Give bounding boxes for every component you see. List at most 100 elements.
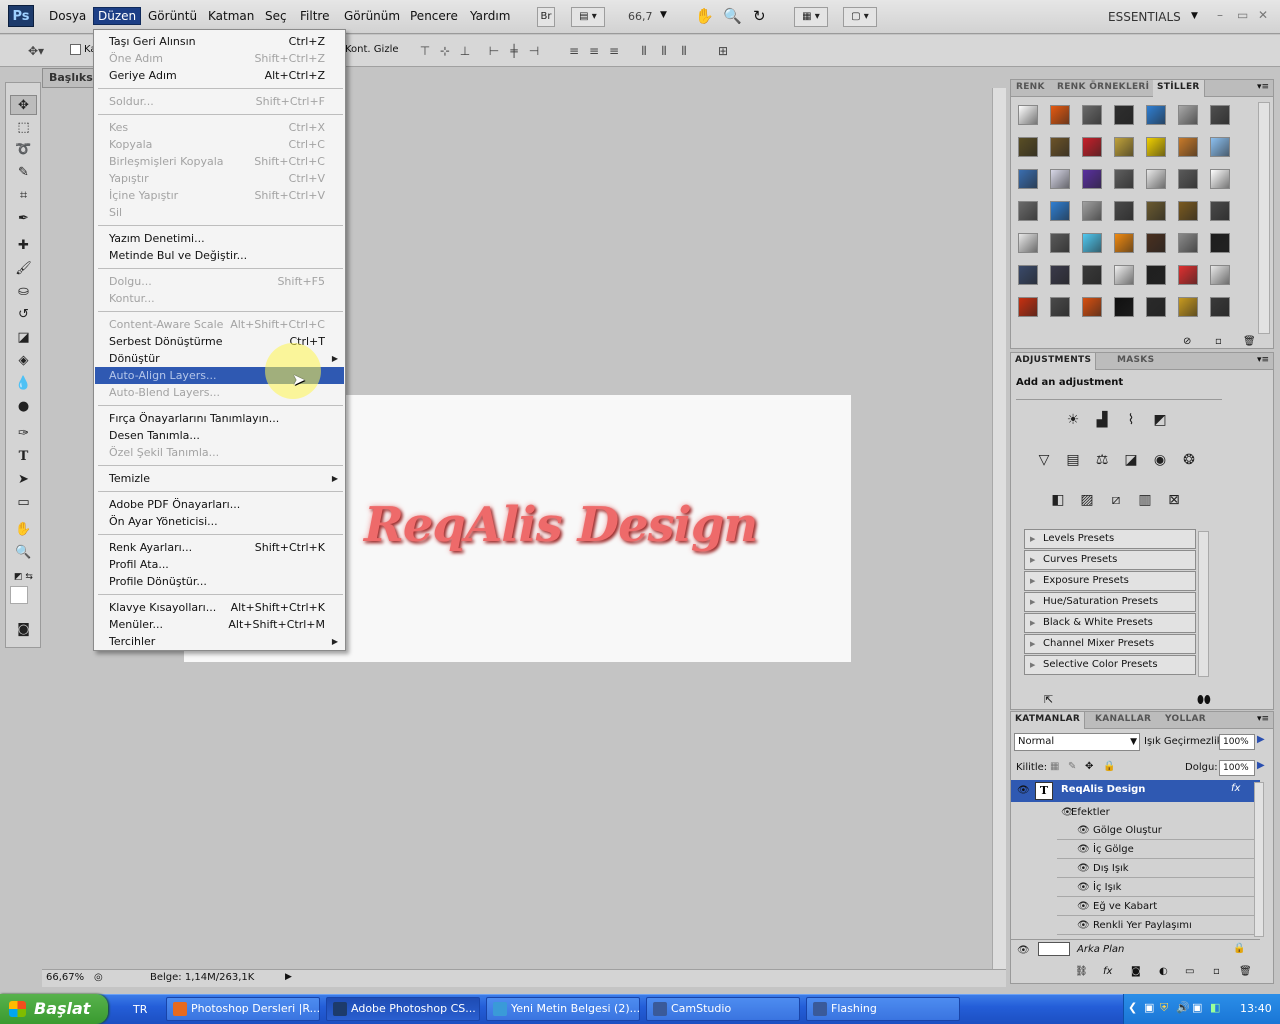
photoshop-logo[interactable]: Ps	[8, 5, 34, 27]
canvas-vertical-scrollbar[interactable]	[992, 88, 1006, 970]
menu-item[interactable]: Adobe PDF Önayarları...	[95, 496, 344, 513]
paint-bucket-tool-icon[interactable]: ◈	[10, 351, 37, 371]
effect-eye-icon[interactable]: 👁	[1077, 897, 1090, 916]
clone-stamp-tool-icon[interactable]: ⛀	[10, 282, 37, 302]
eyedropper-tool-icon[interactable]: ✒	[10, 209, 37, 229]
effect-eye-icon[interactable]: 👁	[1077, 840, 1090, 859]
effect-eye-icon[interactable]: 👁	[1077, 878, 1090, 897]
invert-icon[interactable]: ◧	[1047, 490, 1069, 510]
brush-tool-icon[interactable]: 🖌	[10, 259, 37, 279]
menu-filter[interactable]: Filtre	[300, 9, 329, 23]
style-swatch[interactable]	[1178, 105, 1198, 125]
panel-menu-icon[interactable]: ▾≡	[1257, 714, 1269, 724]
security-shield-icon[interactable]: ⛨	[1160, 1001, 1168, 1015]
effect-row[interactable]: 👁 Eğ ve Kabart	[1057, 897, 1257, 916]
status-info-icon[interactable]: ◎	[94, 972, 103, 983]
align-hcenter-icon[interactable]: ╪	[506, 43, 522, 59]
menu-item[interactable]: Özel Şekil Tanımla...	[95, 444, 344, 461]
workspace-switcher[interactable]: ESSENTIALS	[1108, 10, 1181, 24]
delete-style-icon[interactable]: 🗑	[1243, 336, 1256, 347]
clock[interactable]: 13:40	[1240, 1002, 1272, 1015]
menu-item[interactable]: Profil Ata...	[95, 556, 344, 573]
style-swatch[interactable]	[1050, 169, 1070, 189]
align-vcenter-icon[interactable]: ⊹	[437, 43, 453, 59]
effect-eye-icon[interactable]: 👁	[1077, 821, 1090, 840]
style-swatch[interactable]	[1146, 169, 1166, 189]
layer-row-background[interactable]: 👁 Arka Plan 🔒	[1011, 939, 1260, 959]
style-swatch[interactable]	[1210, 297, 1230, 317]
style-swatch[interactable]	[1114, 137, 1134, 157]
new-adjustment-layer-icon[interactable]: ◐	[1159, 966, 1168, 977]
style-swatch[interactable]	[1210, 233, 1230, 253]
rotate-view-icon[interactable]: ↻	[753, 7, 766, 25]
new-style-icon[interactable]: ▫	[1215, 336, 1222, 347]
style-swatch[interactable]	[1178, 169, 1198, 189]
panel-menu-icon[interactable]: ▾≡	[1257, 82, 1269, 92]
align-left-icon[interactable]: ⊢	[486, 43, 502, 59]
style-swatch[interactable]	[1146, 201, 1166, 221]
exposure-icon[interactable]: ◩	[1149, 410, 1171, 430]
taskbar-item[interactable]: Photoshop Dersleri |R...	[166, 997, 320, 1021]
menu-item[interactable]: Dolgu... Shift+F5	[95, 273, 344, 290]
taskbar-item[interactable]: CamStudio	[646, 997, 800, 1021]
menu-item[interactable]: Yapıştır Ctrl+V	[95, 170, 344, 187]
healing-brush-tool-icon[interactable]: ✚	[10, 236, 37, 256]
preset-item[interactable]: Curves Presets	[1024, 550, 1196, 570]
style-swatch[interactable]	[1178, 265, 1198, 285]
preset-item[interactable]: Channel Mixer Presets	[1024, 634, 1196, 654]
style-swatch[interactable]	[1210, 105, 1230, 125]
tray-app-icon[interactable]: ◧	[1210, 1001, 1220, 1014]
black-white-icon[interactable]: ◪	[1120, 450, 1142, 470]
lasso-tool-icon[interactable]: ➰	[10, 140, 37, 160]
panel-menu-icon[interactable]: ▾≡	[1257, 355, 1269, 365]
menu-item[interactable]: Metinde Bul ve Değiştir...	[95, 247, 344, 264]
lock-pixels-icon[interactable]: ✎	[1068, 761, 1076, 772]
menu-item[interactable]: İçine Yapıştır Shift+Ctrl+V	[95, 187, 344, 204]
posterize-icon[interactable]: ▨	[1076, 490, 1098, 510]
style-swatch[interactable]	[1082, 169, 1102, 189]
style-swatch[interactable]	[1050, 265, 1070, 285]
tab-swatches[interactable]: RENK ÖRNEKLERİ	[1057, 82, 1149, 92]
style-swatch[interactable]	[1082, 265, 1102, 285]
style-swatch[interactable]	[1018, 265, 1038, 285]
style-swatch[interactable]	[1082, 201, 1102, 221]
menu-file[interactable]: Dosya	[49, 9, 86, 23]
move-tool-preset-icon[interactable]: ✥▾	[22, 43, 50, 59]
style-swatch[interactable]	[1018, 201, 1038, 221]
menu-item[interactable]: Yazım Denetimi...	[95, 230, 344, 247]
delete-layer-icon[interactable]: 🗑	[1239, 966, 1252, 977]
layers-scrollbar[interactable]	[1254, 782, 1264, 937]
preset-item[interactable]: Hue/Saturation Presets	[1024, 592, 1196, 612]
menu-item[interactable]: Tercihler ▶	[95, 633, 344, 650]
visibility-eye-icon[interactable]: 👁	[1017, 945, 1030, 956]
align-bottom-icon[interactable]: ⊥	[457, 43, 473, 59]
style-swatch[interactable]	[1050, 105, 1070, 125]
color-balance-icon[interactable]: ⚖	[1091, 450, 1113, 470]
menu-item[interactable]: Öne Adım Shift+Ctrl+Z	[95, 50, 344, 67]
taskbar-item[interactable]: Adobe Photoshop CS...	[326, 997, 480, 1021]
menu-item[interactable]: Ön Ayar Yöneticisi...	[95, 513, 344, 530]
opacity-input[interactable]: 100%	[1219, 734, 1255, 750]
style-swatch[interactable]	[1146, 297, 1166, 317]
tab-paths[interactable]: YOLLAR	[1165, 714, 1206, 724]
blend-mode-select[interactable]: Normal ▼	[1014, 733, 1140, 751]
visibility-eye-icon[interactable]: 👁	[1017, 785, 1030, 796]
style-swatch[interactable]	[1018, 169, 1038, 189]
lock-transparency-icon[interactable]: ▦	[1050, 761, 1059, 772]
menu-item[interactable]: Desen Tanımla...	[95, 427, 344, 444]
dodge-tool-icon[interactable]: ●	[10, 397, 37, 417]
photo-filter-icon[interactable]: ◉	[1149, 450, 1171, 470]
new-group-icon[interactable]: ▭	[1185, 966, 1194, 977]
menu-select[interactable]: Seç	[265, 9, 287, 23]
tray-expand-icon[interactable]: ❮	[1128, 1001, 1137, 1014]
style-swatch[interactable]	[1018, 105, 1038, 125]
style-swatch[interactable]	[1210, 169, 1230, 189]
status-zoom[interactable]: 66,67%	[46, 972, 84, 983]
workspace-dropdown-icon[interactable]: ▼	[1191, 11, 1198, 21]
tab-channels[interactable]: KANALLAR	[1095, 714, 1151, 724]
style-swatch[interactable]	[1082, 233, 1102, 253]
threshold-icon[interactable]: ⧄	[1105, 490, 1127, 510]
tab-layers[interactable]: KATMANLAR	[1011, 712, 1086, 729]
blur-tool-icon[interactable]: 💧	[10, 374, 37, 394]
preset-item[interactable]: Black & White Presets	[1024, 613, 1196, 633]
